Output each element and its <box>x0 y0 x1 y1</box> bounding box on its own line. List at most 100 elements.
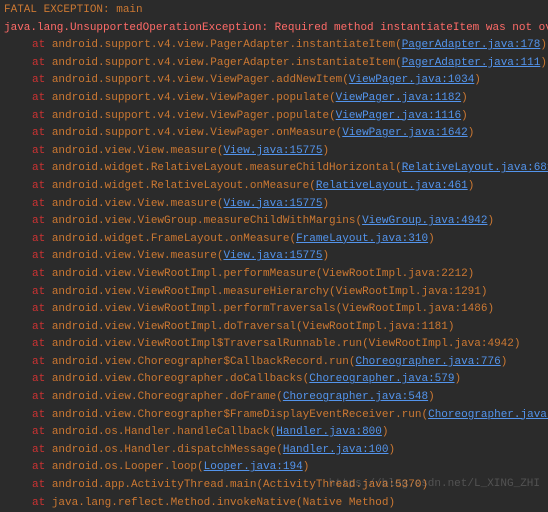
stack-frame: at android.widget.RelativeLayout.onMeasu… <box>0 178 548 196</box>
frame-location: android.view.Choreographer.doCallbacks <box>52 373 303 385</box>
at-keyword: at <box>32 74 52 86</box>
source-link[interactable]: PagerAdapter.java:111 <box>402 57 541 69</box>
at-keyword: at <box>32 268 52 280</box>
frame-location: android.support.v4.view.PagerAdapter.ins… <box>52 57 395 69</box>
frame-location: android.view.ViewRootImpl.doTraversal(Vi… <box>52 321 455 333</box>
source-link[interactable]: Choreographer.java:776 <box>355 356 500 368</box>
at-keyword: at <box>32 461 52 473</box>
at-keyword: at <box>32 198 52 210</box>
at-keyword: at <box>32 286 52 298</box>
at-keyword: at <box>32 409 52 421</box>
at-keyword: at <box>32 215 52 227</box>
at-keyword: at <box>32 426 52 438</box>
source-link[interactable]: PagerAdapter.java:178 <box>402 39 541 51</box>
source-link[interactable]: ViewPager.java:1116 <box>336 110 461 122</box>
stack-frame: at android.view.Choreographer$FrameDispl… <box>0 407 548 425</box>
stack-frame: at android.view.ViewRootImpl.performTrav… <box>0 301 548 319</box>
at-keyword: at <box>32 39 52 51</box>
at-keyword: at <box>32 145 52 157</box>
at-keyword: at <box>32 127 52 139</box>
stack-frame: at android.view.ViewRootImpl.performMeas… <box>0 266 548 284</box>
source-link[interactable]: View.java:15775 <box>223 145 322 157</box>
source-link[interactable]: FrameLayout.java:310 <box>296 233 428 245</box>
stack-frame: at android.widget.RelativeLayout.measure… <box>0 160 548 178</box>
at-keyword: at <box>32 444 52 456</box>
at-keyword: at <box>32 233 52 245</box>
source-link[interactable]: View.java:15775 <box>223 250 322 262</box>
source-link[interactable]: View.java:15775 <box>223 198 322 210</box>
source-link[interactable]: Choreographer.java:548 <box>283 391 428 403</box>
source-link[interactable]: ViewPager.java:1642 <box>342 127 467 139</box>
stack-frame: at android.view.Choreographer.doCallback… <box>0 371 548 389</box>
stack-frame: at android.view.View.measure(View.java:1… <box>0 196 548 214</box>
at-keyword: at <box>32 497 52 509</box>
frame-location: android.os.Handler.handleCallback <box>52 426 270 438</box>
frame-location: android.view.Choreographer$FrameDisplayE… <box>52 409 422 421</box>
source-link[interactable]: RelativeLayout.java:681 <box>402 162 548 174</box>
stack-frame: at android.support.v4.view.ViewPager.pop… <box>0 108 548 126</box>
frame-location: android.support.v4.view.ViewPager.addNew… <box>52 74 342 86</box>
source-link[interactable]: Choreographer.java:579 <box>309 373 454 385</box>
source-link[interactable]: Handler.java:800 <box>276 426 382 438</box>
source-link[interactable]: ViewGroup.java:4942 <box>362 215 487 227</box>
stack-frame: at android.view.View.measure(View.java:1… <box>0 143 548 161</box>
at-keyword: at <box>32 321 52 333</box>
stack-frame: at android.support.v4.view.ViewPager.pop… <box>0 90 548 108</box>
at-keyword: at <box>32 303 52 315</box>
frame-location: android.view.ViewRootImpl.performTravers… <box>52 303 494 315</box>
stack-frame: at android.support.v4.view.ViewPager.add… <box>0 72 548 90</box>
frame-location: android.view.ViewGroup.measureChildWithM… <box>52 215 356 227</box>
stack-trace: FATAL EXCEPTION: mainjava.lang.Unsupport… <box>0 2 548 512</box>
at-keyword: at <box>32 356 52 368</box>
stack-frame: at android.view.Choreographer.doFrame(Ch… <box>0 389 548 407</box>
source-link[interactable]: ViewPager.java:1182 <box>336 92 461 104</box>
stack-frame: at android.support.v4.view.ViewPager.onM… <box>0 125 548 143</box>
stack-frame: at android.support.v4.view.PagerAdapter.… <box>0 55 548 73</box>
fatal-exception-header: FATAL EXCEPTION: main <box>0 2 548 20</box>
at-keyword: at <box>32 250 52 262</box>
frame-location: android.widget.RelativeLayout.onMeasure <box>52 180 309 192</box>
stack-frame: at android.os.Handler.dispatchMessage(Ha… <box>0 442 548 460</box>
stack-frame: at android.widget.FrameLayout.onMeasure(… <box>0 231 548 249</box>
frame-location: android.support.v4.view.PagerAdapter.ins… <box>52 39 395 51</box>
at-keyword: at <box>32 180 52 192</box>
source-link[interactable]: ViewPager.java:1034 <box>349 74 474 86</box>
at-keyword: at <box>32 92 52 104</box>
frame-location: android.view.Choreographer.doFrame <box>52 391 276 403</box>
frame-location: android.widget.RelativeLayout.measureChi… <box>52 162 395 174</box>
frame-location: android.widget.FrameLayout.onMeasure <box>52 233 290 245</box>
at-keyword: at <box>32 110 52 122</box>
stack-frame: at android.view.Choreographer$CallbackRe… <box>0 354 548 372</box>
frame-location: android.support.v4.view.ViewPager.onMeas… <box>52 127 336 139</box>
stack-frame: at android.view.ViewRootImpl$TraversalRu… <box>0 336 548 354</box>
exception-message: java.lang.UnsupportedOperationException:… <box>0 20 548 38</box>
frame-location: android.view.View.measure <box>52 145 217 157</box>
stack-frame: at android.app.ActivityThread.main(Activ… <box>0 477 548 495</box>
frame-location: android.view.ViewRootImpl$TraversalRunna… <box>52 338 521 350</box>
stack-frame: at android.view.ViewGroup.measureChildWi… <box>0 213 548 231</box>
frame-location: java.lang.reflect.Method.invokeNative(Na… <box>52 497 395 509</box>
source-link[interactable]: Choreographer.java:762 <box>428 409 548 421</box>
frame-location: android.view.Choreographer$CallbackRecor… <box>52 356 349 368</box>
frame-location: android.app.ActivityThread.main(Activity… <box>52 479 428 491</box>
source-link[interactable]: Handler.java:100 <box>283 444 389 456</box>
frame-location: android.support.v4.view.ViewPager.popula… <box>52 92 329 104</box>
at-keyword: at <box>32 338 52 350</box>
source-link[interactable]: Looper.java:194 <box>204 461 303 473</box>
at-keyword: at <box>32 373 52 385</box>
stack-frame: at android.os.Looper.loop(Looper.java:19… <box>0 459 548 477</box>
stack-frame: at android.view.ViewRootImpl.measureHier… <box>0 284 548 302</box>
frame-location: android.view.ViewRootImpl.performMeasure… <box>52 268 474 280</box>
frame-location: android.view.ViewRootImpl.measureHierarc… <box>52 286 488 298</box>
stack-frame: at android.support.v4.view.PagerAdapter.… <box>0 37 548 55</box>
frame-location: android.os.Looper.loop <box>52 461 197 473</box>
frame-location: android.os.Handler.dispatchMessage <box>52 444 276 456</box>
frame-location: android.support.v4.view.ViewPager.popula… <box>52 110 329 122</box>
stack-frame: at java.lang.reflect.Method.invokeNative… <box>0 495 548 512</box>
at-keyword: at <box>32 391 52 403</box>
frame-location: android.view.View.measure <box>52 250 217 262</box>
at-keyword: at <box>32 162 52 174</box>
stack-frame: at android.view.ViewRootImpl.doTraversal… <box>0 319 548 337</box>
stack-frame: at android.view.View.measure(View.java:1… <box>0 248 548 266</box>
source-link[interactable]: RelativeLayout.java:461 <box>316 180 468 192</box>
